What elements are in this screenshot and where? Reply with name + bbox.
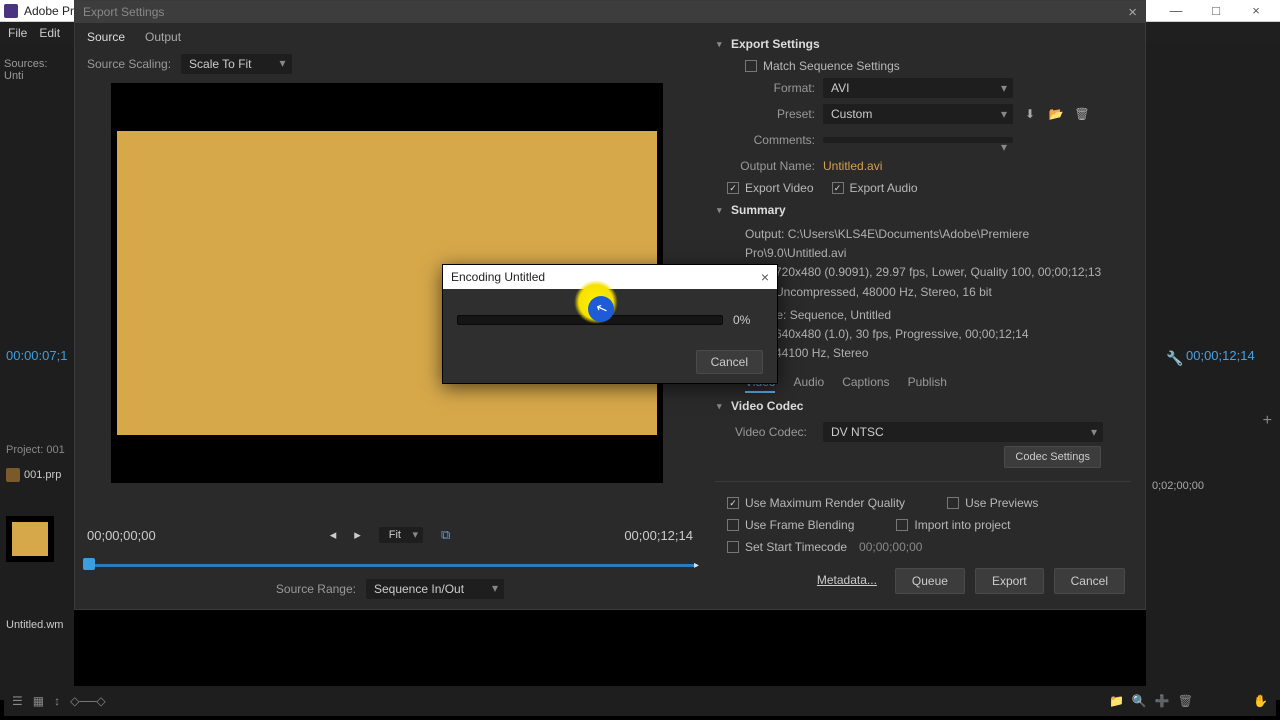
source-scaling-label: Source Scaling: — [87, 57, 171, 71]
search-icon[interactable]: 🔍 — [1132, 694, 1147, 708]
tab-audio[interactable]: Audio — [793, 375, 824, 393]
encoding-cancel-button[interactable]: Cancel — [696, 350, 763, 374]
format-dropdown[interactable]: AVI — [823, 78, 1013, 98]
codec-settings-button[interactable]: Codec Settings — [1004, 446, 1101, 468]
transport-bar: 00;00;00;00 ◂ ▸ Fit ⧉ 00;00;12;14 — [75, 516, 705, 554]
set-start-tc-label: Set Start Timecode — [745, 540, 847, 554]
use-max-quality-checkbox[interactable]: ✓ — [727, 497, 739, 509]
tab-source[interactable]: Source — [87, 30, 125, 44]
add-icon[interactable]: + — [1263, 412, 1272, 430]
export-settings-header[interactable]: Export Settings — [731, 37, 1131, 51]
timeline-panel: 🔧 00;00;12;14 + 0;02;00;00 — [1146, 44, 1280, 700]
crop-icon[interactable]: ⧉ — [441, 527, 450, 543]
window-minimize[interactable]: — — [1156, 0, 1196, 22]
set-start-tc-checkbox[interactable] — [727, 541, 739, 553]
import-into-project-checkbox[interactable] — [896, 519, 908, 531]
zoom-slider[interactable]: ◇──◇ — [70, 694, 105, 708]
export-window-title: Export Settings — [83, 5, 1128, 19]
project-file-name: 001.prp — [24, 469, 61, 481]
export-video-checkbox[interactable]: ✓ — [727, 182, 739, 194]
folder-icon — [6, 468, 20, 482]
bottom-toolbar: ☰ ▦ ↕ ◇──◇ 📁 🔍 ➕ 🗑 ✋ — [4, 686, 1276, 716]
zoom-fit-dropdown[interactable]: Fit — [379, 527, 423, 543]
use-previews-label: Use Previews — [965, 496, 1038, 510]
app-icon — [4, 4, 18, 18]
metadata-button[interactable]: Metadata... — [809, 568, 885, 594]
timeline-ruler-tc: 0;02;00;00 — [1152, 480, 1204, 492]
video-codec-dropdown[interactable]: DV NTSC — [823, 422, 1103, 442]
tab-captions[interactable]: Captions — [842, 375, 889, 393]
output-name-link[interactable]: Untitled.avi — [823, 159, 882, 173]
use-previews-checkbox[interactable] — [947, 497, 959, 509]
export-button[interactable]: Export — [975, 568, 1044, 594]
match-sequence-checkbox[interactable] — [745, 60, 757, 72]
encoding-dialog: Encoding Untitled × 0% Cancel — [442, 264, 778, 384]
encoding-dialog-close-icon[interactable]: × — [761, 269, 769, 285]
source-range-label: Source Range: — [276, 582, 356, 596]
video-codec-header[interactable]: Video Codec — [731, 399, 1131, 413]
step-back-icon[interactable]: ◂ — [330, 527, 337, 543]
tab-publish[interactable]: Publish — [908, 375, 947, 393]
cancel-export-button[interactable]: Cancel — [1054, 568, 1125, 594]
match-sequence-label: Match Sequence Settings — [763, 59, 900, 73]
sources-label: Sources: Unti — [4, 58, 70, 82]
summary-output: Output: C:\Users\KLS4E\Documents\Adobe\P… — [745, 225, 1131, 302]
comments-input[interactable] — [823, 137, 1013, 143]
clip-name: Untitled.wm — [6, 619, 63, 631]
wrench-icon[interactable]: 🔧 — [1166, 350, 1183, 367]
use-max-quality-label: Use Maximum Render Quality — [745, 496, 905, 510]
use-frame-blending-checkbox[interactable] — [727, 519, 739, 531]
list-view-icon[interactable]: ☰ — [12, 694, 23, 708]
save-preset-icon[interactable]: ⬇ — [1021, 105, 1039, 123]
step-fwd-icon[interactable]: ▸ — [354, 527, 361, 543]
export-titlebar: Export Settings × — [75, 1, 1145, 23]
window-maximize[interactable]: □ — [1196, 0, 1236, 22]
preset-dropdown[interactable]: Custom — [823, 104, 1013, 124]
export-close-icon[interactable]: × — [1128, 4, 1137, 21]
trash-icon[interactable]: 🗑 — [1178, 694, 1193, 708]
format-label: Format: — [745, 81, 815, 95]
project-file[interactable]: 001.prp — [6, 468, 61, 482]
preview-timeline[interactable]: ▸ — [83, 558, 697, 572]
render-options: ✓ Use Maximum Render Quality Use Preview… — [715, 481, 1131, 554]
export-audio-label: Export Audio — [850, 181, 918, 195]
new-bin-icon[interactable]: 📁 — [1109, 694, 1124, 708]
hand-tool-icon[interactable]: ✋ — [1253, 694, 1268, 708]
source-range-dropdown[interactable]: Sequence In/Out — [366, 579, 504, 599]
output-name-label: Output Name: — [727, 159, 815, 173]
thumb-view-icon[interactable]: ▦ — [33, 694, 44, 708]
import-into-project-label: Import into project — [914, 518, 1010, 532]
clip-thumbnail[interactable] — [6, 516, 54, 562]
new-item-icon[interactable]: ➕ — [1155, 694, 1170, 708]
tab-output[interactable]: Output — [145, 30, 181, 44]
codec-tabs: Video Audio Captions Publish — [745, 375, 1131, 393]
timeline-timecode: 00;00;12;14 — [1186, 348, 1255, 363]
import-preset-icon[interactable]: 📂 — [1047, 105, 1065, 123]
sort-icon[interactable]: ↕ — [54, 694, 60, 708]
preset-label: Preset: — [745, 107, 815, 121]
playhead[interactable] — [83, 558, 95, 570]
export-audio-checkbox[interactable]: ✓ — [832, 182, 844, 194]
export-video-label: Export Video — [745, 181, 814, 195]
tc-duration: 00;00;12;14 — [583, 528, 693, 543]
project-label: Project: 001 — [6, 444, 65, 456]
source-scaling-dropdown[interactable]: Scale To Fit — [181, 54, 291, 74]
export-buttons: Metadata... Queue Export Cancel — [715, 568, 1131, 594]
timecode-left: 00:00:07;1 — [6, 348, 67, 363]
encoding-progress-percent: 0% — [733, 313, 763, 327]
menu-edit[interactable]: Edit — [39, 26, 60, 40]
comments-label: Comments: — [745, 133, 815, 147]
video-codec-label: Video Codec: — [735, 425, 815, 439]
use-frame-blending-label: Use Frame Blending — [745, 518, 854, 532]
menu-file[interactable]: File — [8, 26, 27, 40]
project-panel: Sources: Unti 00:00:07;1 Project: 001 00… — [0, 44, 74, 700]
tc-current[interactable]: 00;00;00;00 — [87, 528, 197, 543]
summary-source: Source: Sequence, Untitled 640x480 (1.0)… — [745, 306, 1131, 364]
delete-preset-icon[interactable]: 🗑 — [1073, 105, 1091, 123]
summary-header[interactable]: Summary — [731, 203, 1131, 217]
window-close[interactable]: × — [1236, 0, 1276, 22]
start-tc-value[interactable]: 00;00;00;00 — [859, 540, 922, 554]
queue-button[interactable]: Queue — [895, 568, 965, 594]
